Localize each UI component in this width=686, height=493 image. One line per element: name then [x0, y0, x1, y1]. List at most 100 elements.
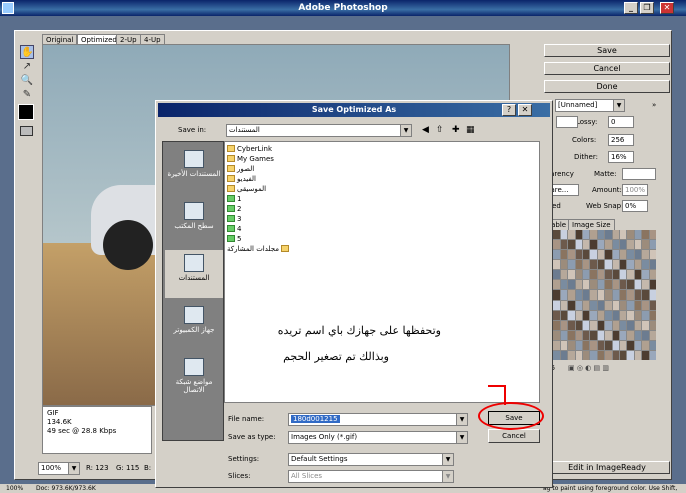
list-item[interactable]: مجلدات المشاركة	[227, 244, 291, 254]
zoom-select[interactable]: 100% ▼	[38, 462, 80, 475]
color-swatch[interactable]	[627, 320, 634, 330]
color-swatch[interactable]	[560, 240, 568, 250]
color-swatch[interactable]	[612, 330, 619, 340]
color-swatch[interactable]	[597, 310, 605, 320]
color-swatch[interactable]	[620, 310, 627, 320]
color-swatch[interactable]	[597, 340, 605, 350]
color-swatch[interactable]	[553, 330, 560, 340]
list-item[interactable]: 1	[227, 194, 241, 204]
color-swatch[interactable]	[553, 320, 560, 330]
color-swatch[interactable]	[575, 340, 582, 350]
color-swatch[interactable]	[620, 260, 627, 270]
color-swatch[interactable]	[627, 230, 634, 240]
color-swatch[interactable]	[627, 290, 634, 300]
preset-select[interactable]: [Unnamed] ▼	[555, 99, 625, 112]
color-swatch[interactable]	[583, 300, 590, 310]
color-swatch[interactable]	[568, 230, 575, 240]
color-swatch[interactable]	[605, 270, 612, 280]
color-swatch[interactable]	[575, 350, 582, 360]
color-swatch[interactable]	[590, 240, 597, 250]
color-swatch[interactable]	[634, 280, 642, 290]
color-swatch[interactable]	[642, 340, 649, 350]
color-swatch[interactable]	[575, 320, 582, 330]
color-swatch[interactable]	[612, 280, 619, 290]
color-swatch[interactable]	[597, 260, 605, 270]
color-swatch[interactable]	[583, 240, 590, 250]
amount-input[interactable]: 100%	[622, 184, 648, 196]
color-swatch[interactable]	[634, 340, 642, 350]
color-swatch[interactable]	[560, 230, 568, 240]
lossy-input[interactable]: 0	[608, 116, 634, 128]
list-item[interactable]: 3	[227, 214, 241, 224]
color-swatch[interactable]	[583, 250, 590, 260]
list-item[interactable]: الصور	[227, 164, 254, 174]
color-swatch[interactable]	[620, 250, 627, 260]
color-swatch[interactable]	[612, 350, 619, 360]
color-swatch[interactable]	[560, 300, 568, 310]
color-swatch[interactable]	[605, 250, 612, 260]
color-swatch[interactable]	[605, 290, 612, 300]
color-swatch[interactable]	[583, 340, 590, 350]
color-swatch[interactable]	[560, 280, 568, 290]
color-swatch[interactable]	[627, 270, 634, 280]
color-swatch[interactable]	[605, 310, 612, 320]
dialog-help-button[interactable]: ?	[502, 104, 516, 116]
color-swatch[interactable]	[642, 230, 649, 240]
color-swatch[interactable]	[627, 250, 634, 260]
color-swatch[interactable]	[597, 350, 605, 360]
color-swatch[interactable]	[583, 350, 590, 360]
color-swatch[interactable]	[560, 270, 568, 280]
websnap-input[interactable]: 0%	[622, 200, 648, 212]
color-swatch[interactable]	[605, 280, 612, 290]
color-swatch[interactable]	[560, 290, 568, 300]
color-swatch[interactable]	[590, 350, 597, 360]
color-swatch[interactable]	[605, 330, 612, 340]
color-swatch[interactable]	[590, 330, 597, 340]
tab-image-size[interactable]: Image Size	[568, 219, 615, 230]
color-swatch[interactable]	[568, 310, 575, 320]
color-swatch[interactable]	[634, 240, 642, 250]
dialog-cancel-button[interactable]: Cancel	[488, 429, 540, 443]
color-swatch[interactable]	[627, 300, 634, 310]
color-swatch[interactable]	[590, 320, 597, 330]
format-select[interactable]	[556, 116, 578, 128]
color-swatch[interactable]	[590, 270, 597, 280]
color-swatch[interactable]	[597, 230, 605, 240]
color-swatch[interactable]	[583, 290, 590, 300]
color-swatch[interactable]	[553, 350, 560, 360]
color-swatch[interactable]	[597, 330, 605, 340]
color-swatch[interactable]	[583, 330, 590, 340]
color-swatch[interactable]	[649, 240, 656, 250]
color-swatch[interactable]	[568, 290, 575, 300]
color-swatch[interactable]	[560, 350, 568, 360]
color-swatch[interactable]	[597, 280, 605, 290]
zoom-tool-icon[interactable]: 🔍	[20, 74, 34, 88]
settings-select[interactable]: Default Settings ▼	[288, 453, 454, 466]
color-swatch[interactable]	[605, 350, 612, 360]
list-item[interactable]: 4	[227, 224, 241, 234]
up-folder-icon[interactable]: ⇧	[436, 124, 444, 136]
color-swatch[interactable]	[605, 240, 612, 250]
color-swatch[interactable]	[642, 350, 649, 360]
color-swatch[interactable]	[560, 260, 568, 270]
color-swatch[interactable]	[642, 250, 649, 260]
list-item[interactable]: الموسيقى	[227, 184, 266, 194]
color-swatch[interactable]	[620, 350, 627, 360]
place-computer[interactable]: جهاز الكمبيوتر	[165, 302, 223, 350]
color-swatch[interactable]	[634, 300, 642, 310]
color-swatch[interactable]	[590, 340, 597, 350]
list-item[interactable]: 5	[227, 234, 241, 244]
color-swatch[interactable]	[649, 230, 656, 240]
done-button[interactable]: Done	[544, 80, 670, 93]
color-swatch[interactable]	[553, 270, 560, 280]
color-swatch[interactable]	[612, 240, 619, 250]
color-swatch[interactable]	[553, 230, 560, 240]
color-swatch[interactable]	[642, 310, 649, 320]
color-swatch[interactable]	[568, 350, 575, 360]
color-swatch[interactable]	[583, 310, 590, 320]
color-swatch[interactable]	[590, 290, 597, 300]
color-swatch[interactable]	[560, 250, 568, 260]
color-swatch[interactable]	[642, 280, 649, 290]
color-swatch[interactable]	[597, 240, 605, 250]
list-item[interactable]: الفيديو	[227, 174, 256, 184]
